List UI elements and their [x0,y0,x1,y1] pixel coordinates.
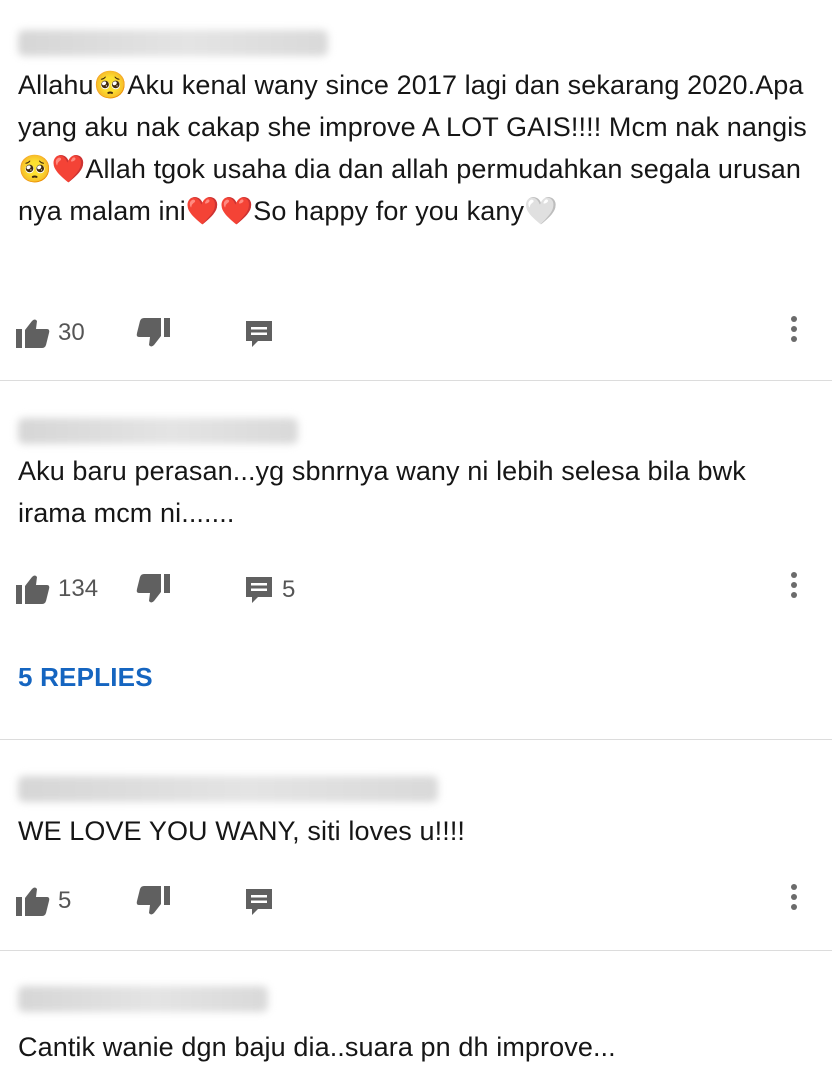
comment-text: Allahu🥺Aku kenal wany since 2017 lagi da… [18,70,807,226]
thumb-up-icon [16,319,50,348]
reply-comment-icon [246,321,272,347]
thumb-up-icon [16,887,50,916]
like-button[interactable]: 5 [16,886,71,916]
divider [0,950,832,951]
thumb-down-icon [136,318,170,347]
like-count: 134 [58,575,99,602]
reply-button[interactable] [244,319,274,349]
reply-comment-icon [246,577,272,603]
divider [0,380,832,381]
divider [0,739,832,740]
reply-button[interactable]: 5 [244,575,295,605]
comment-actions: 5 [0,874,832,924]
like-button[interactable]: 30 [16,318,85,348]
comment-text: Cantik wanie dgn baju dia..suara pn dh i… [18,1032,616,1062]
like-count: 5 [58,887,72,914]
more-vert-icon[interactable] [786,878,802,914]
comment-author-redacted [18,30,328,56]
like-count: 30 [58,319,85,346]
reply-comment-icon [246,889,272,915]
dislike-button[interactable] [136,574,170,604]
comment-actions: 134 5 [0,562,832,612]
comment-text: Aku baru perasan...yg sbnrnya wany ni le… [18,456,746,528]
thumb-down-icon [136,886,170,915]
comment-author-redacted [18,776,438,802]
thumb-up-icon [16,575,50,604]
comment-author-redacted [18,418,298,444]
more-vert-icon[interactable] [786,310,802,346]
comment-actions: 30 [0,306,832,356]
comment-text: WE LOVE YOU WANY, siti loves u!!!! [18,816,466,846]
reply-count: 5 [282,576,296,603]
like-button[interactable]: 134 [16,574,98,604]
comment-author-redacted [18,986,268,1012]
more-vert-icon[interactable] [786,566,802,602]
thumb-down-icon [136,574,170,603]
dislike-button[interactable] [136,886,170,916]
reply-button[interactable] [244,887,274,917]
view-replies-link[interactable]: 5 REPLIES [18,662,153,693]
dislike-button[interactable] [136,318,170,348]
